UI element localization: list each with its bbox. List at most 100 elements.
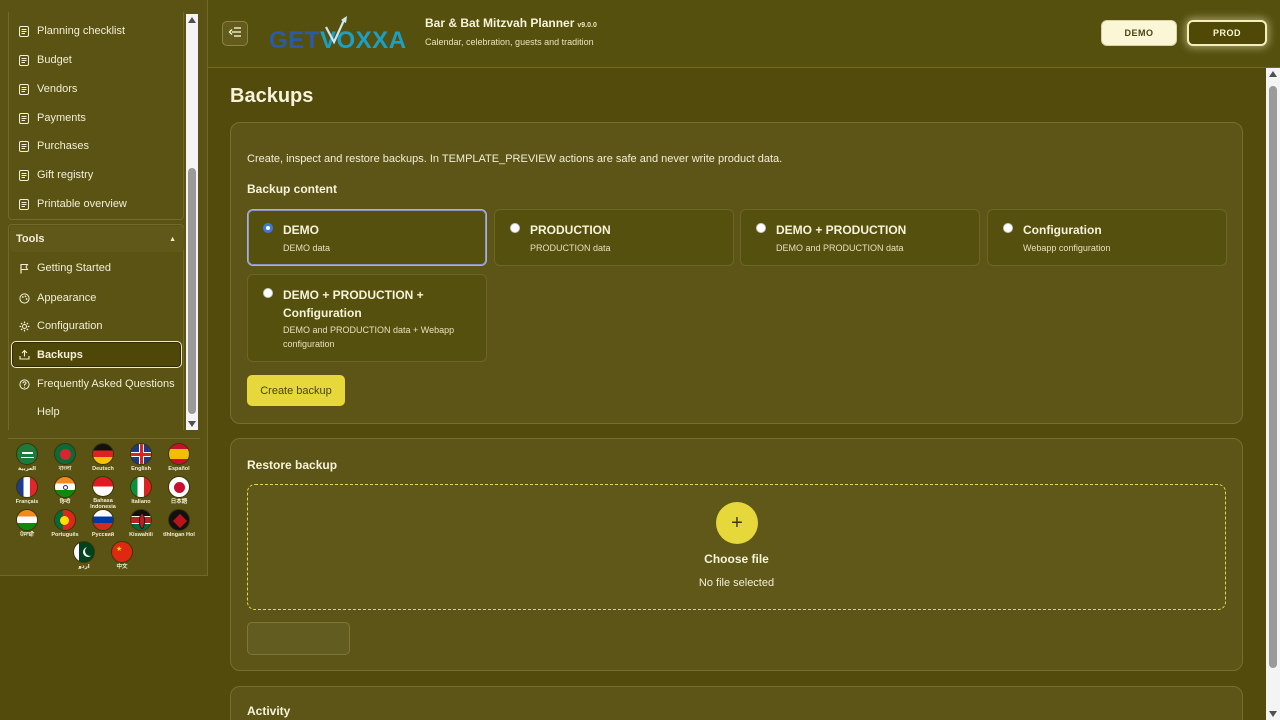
option-production[interactable]: PRODUCTION PRODUCTION data — [494, 209, 734, 266]
klingon-emblem-icon — [168, 509, 190, 531]
file-dropzone[interactable]: + Choose file No file selected — [247, 484, 1226, 610]
radio-demo[interactable] — [263, 223, 273, 233]
choose-file-label: Choose file — [704, 552, 769, 566]
saudi-flag-icon — [16, 443, 38, 465]
option-subtitle: DEMO and PRODUCTION data — [776, 243, 904, 253]
sidebar-item-label: Appearance — [37, 292, 97, 304]
russia-flag-icon — [92, 509, 114, 531]
page-title: Backups — [230, 85, 314, 107]
radio-demo-production[interactable] — [756, 223, 766, 233]
main-scroll-thumb[interactable] — [1269, 86, 1277, 668]
language-hi[interactable]: हिन्दी — [46, 476, 84, 510]
sidebar-item-label: Payments — [37, 112, 86, 124]
option-title: DEMO + PRODUCTION — [776, 223, 907, 237]
sidebar-item-vendors[interactable]: Vendors — [12, 77, 182, 101]
language-ru[interactable]: Русский — [84, 509, 122, 543]
option-demo-production[interactable]: DEMO + PRODUCTION DEMO and PRODUCTION da… — [740, 209, 980, 266]
restore-backup-button[interactable] — [247, 622, 350, 655]
sidebar-item-payments[interactable]: Payments — [12, 106, 182, 130]
sidebar-item-purchases[interactable]: Purchases — [12, 134, 182, 158]
sidebar-item-configuration[interactable]: Configuration — [12, 314, 182, 338]
option-subtitle: PRODUCTION data — [530, 243, 611, 253]
language-pa[interactable]: ਪੰਜਾਬੀ — [8, 509, 46, 543]
sidebar-item-label: Backups — [37, 348, 83, 361]
sidebar-item-backups[interactable]: Backups — [11, 341, 182, 368]
option-demo-production-configuration[interactable]: DEMO + PRODUCTION + Configuration DEMO a… — [247, 274, 487, 362]
document-icon — [18, 25, 30, 37]
sidebar-item-gift-registry[interactable]: Gift registry — [12, 163, 182, 187]
spain-flag-icon — [168, 443, 190, 465]
language-es[interactable]: Español — [160, 443, 198, 477]
option-subtitle: DEMO and PRODUCTION data + Webapp config… — [283, 325, 455, 349]
language-de[interactable]: Deutsch — [84, 443, 122, 477]
main-scrollbar[interactable] — [1266, 68, 1280, 720]
sidebar-item-label: Frequently Asked Questions — [37, 378, 175, 390]
language-id[interactable]: Bahasa Indonesia — [84, 476, 122, 510]
sidebar-nav: Planning checklist Budget Vendors Paymen… — [8, 12, 184, 430]
backup-content-title: Backup content — [247, 182, 338, 196]
collapse-sidebar-icon — [228, 25, 242, 43]
activity-card: Activity — [230, 686, 1243, 720]
language-ja[interactable]: 日本語 — [160, 476, 198, 510]
document-icon — [18, 54, 30, 66]
scroll-up-icon[interactable] — [188, 17, 196, 23]
germany-flag-icon — [92, 443, 114, 465]
app-version: v9.0.0 — [577, 22, 597, 29]
japan-flag-icon — [168, 476, 190, 498]
scroll-up-icon[interactable] — [1269, 71, 1277, 77]
india-flag-icon — [16, 509, 38, 531]
document-icon — [18, 140, 30, 152]
sidebar-item-printable-overview[interactable]: Printable overview — [12, 192, 182, 216]
scroll-down-icon[interactable] — [1269, 711, 1277, 717]
language-en[interactable]: English — [122, 443, 160, 477]
language-fr[interactable]: Français — [8, 476, 46, 510]
kenya-flag-icon — [130, 509, 152, 531]
option-title: Configuration — [1023, 223, 1102, 237]
app-title: Bar & Bat Mitzvah Planner — [425, 16, 575, 30]
sidebar-item-label: Budget — [37, 54, 72, 66]
getvoxxa-logo: GET VOXXA — [268, 14, 413, 54]
sidebar-item-planning-checklist[interactable]: Planning checklist — [12, 19, 182, 43]
prod-env-button[interactable]: PROD — [1187, 20, 1267, 46]
demo-env-button[interactable]: DEMO — [1101, 20, 1177, 46]
language-bn[interactable]: বাংলা — [46, 443, 84, 477]
radio-demo-production-configuration[interactable] — [263, 288, 273, 298]
sidebar-item-budget[interactable]: Budget — [12, 48, 182, 72]
scroll-down-icon[interactable] — [188, 421, 196, 427]
sidebar: Planning checklist Budget Vendors Paymen… — [0, 0, 208, 576]
indonesia-flag-icon — [92, 476, 114, 497]
document-icon — [18, 169, 30, 181]
create-backup-button[interactable]: Create backup — [247, 375, 345, 406]
sidebar-item-appearance[interactable]: Appearance — [12, 286, 182, 310]
option-title: DEMO + PRODUCTION + Configuration — [283, 288, 424, 320]
language-sw[interactable]: Kiswahili — [122, 509, 160, 543]
option-demo[interactable]: DEMO DEMO data — [247, 209, 487, 266]
language-ar[interactable]: العربية — [8, 443, 46, 477]
portugal-flag-icon — [54, 509, 76, 531]
language-ur[interactable]: اردو — [65, 541, 103, 575]
language-pt[interactable]: Português — [46, 509, 84, 543]
sidebar-scroll-thumb[interactable] — [188, 168, 196, 414]
sidebar-item-help[interactable]: Help — [12, 400, 182, 424]
restore-backup-card: Restore backup + Choose file No file sel… — [230, 438, 1243, 671]
sidebar-scrollbar[interactable] — [186, 14, 198, 430]
flag-icon — [18, 262, 30, 274]
sidebar-item-faq[interactable]: Frequently Asked Questions — [12, 372, 182, 396]
option-configuration[interactable]: Configuration Webapp configuration — [987, 209, 1227, 266]
plus-icon[interactable]: + — [716, 502, 758, 544]
language-tlh[interactable]: tlhIngan Hol — [160, 509, 198, 543]
pakistan-flag-icon — [73, 541, 95, 563]
app-subtitle: Calendar, celebration, guests and tradit… — [425, 37, 594, 47]
option-subtitle: Webapp configuration — [1023, 243, 1111, 253]
collapse-sidebar-button[interactable] — [222, 21, 248, 46]
france-flag-icon — [16, 476, 38, 498]
radio-production[interactable] — [510, 223, 520, 233]
option-title: DEMO — [283, 223, 319, 237]
radio-configuration[interactable] — [1003, 223, 1013, 233]
tools-section-toggle[interactable]: Tools ▲ — [10, 226, 184, 252]
language-zh[interactable]: ★ 中文 — [103, 541, 141, 575]
sidebar-item-label: Vendors — [37, 83, 78, 95]
upload-icon — [18, 349, 30, 361]
sidebar-item-getting-started[interactable]: Getting Started — [12, 256, 182, 280]
language-it[interactable]: Italiano — [122, 476, 160, 510]
